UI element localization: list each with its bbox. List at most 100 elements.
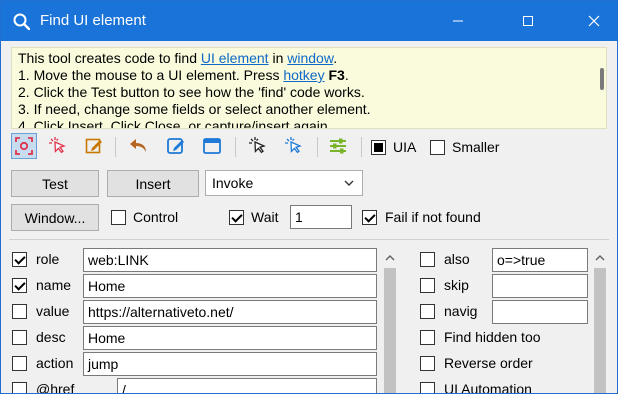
insert-button[interactable]: Insert <box>107 170 199 197</box>
role-checkbox[interactable] <box>12 252 27 267</box>
control-label: Control <box>133 209 179 225</box>
ui-automation-checkbox[interactable] <box>420 382 435 393</box>
ui-element-link[interactable]: UI element <box>201 50 269 66</box>
extras-scrollbar[interactable] <box>591 248 609 393</box>
info-line-1: This tool creates code to find UI elemen… <box>18 50 337 67</box>
href-checkbox[interactable] <box>12 382 27 393</box>
name-checkbox[interactable] <box>12 278 27 293</box>
edit-box-icon <box>85 138 102 154</box>
title-bar[interactable]: Find UI element <box>1 1 617 41</box>
info-panel[interactable]: This tool creates code to find UI elemen… <box>11 47 607 129</box>
app-icon <box>13 13 30 30</box>
minimize-icon <box>453 20 463 22</box>
section-divider <box>9 239 609 240</box>
undo-arrow-icon <box>130 139 146 152</box>
href-label: @href <box>36 381 75 394</box>
hotkey-link[interactable]: hotkey <box>283 67 324 83</box>
capture-button[interactable] <box>11 133 37 159</box>
role-label: role <box>36 251 60 267</box>
toolbar-separator <box>235 137 236 157</box>
action-select[interactable]: Invoke <box>205 170 363 196</box>
toolbar-separator <box>317 137 318 157</box>
test-button[interactable]: Test <box>11 170 99 197</box>
info-text: in <box>268 50 288 66</box>
info-text: . <box>333 50 338 66</box>
toolbar: UIA Smaller <box>9 131 609 163</box>
wait-input[interactable]: 1 <box>290 205 352 229</box>
also-checkbox[interactable] <box>420 252 435 267</box>
find-hidden-label: Find hidden too <box>444 329 541 345</box>
pointer-click-blue-icon <box>285 137 302 154</box>
maximize-icon <box>523 16 533 26</box>
uia-checkbox[interactable] <box>371 140 386 155</box>
role-input[interactable]: web:LINK <box>83 248 377 272</box>
close-button[interactable] <box>571 1 617 41</box>
info-line-5: 4. Click Insert. Click Close, or capture… <box>18 118 332 129</box>
edit-code-button[interactable] <box>163 133 189 159</box>
close-icon <box>588 15 600 27</box>
value-input[interactable]: https://alternativeto.net/ <box>83 300 377 324</box>
navig-label: navig <box>444 303 478 319</box>
skip-label: skip <box>444 277 469 293</box>
extras-scroll-thumb[interactable] <box>594 268 606 393</box>
desc-label: desc <box>36 329 66 345</box>
name-input[interactable]: Home <box>83 274 377 298</box>
info-scrollbar[interactable] <box>600 68 604 90</box>
properties-scroll-thumb[interactable] <box>384 268 396 393</box>
click-element-blue-button[interactable] <box>281 133 307 159</box>
wait-label: Wait <box>251 209 279 225</box>
click-element-button[interactable] <box>245 133 271 159</box>
reverse-order-label: Reverse order <box>444 355 533 371</box>
desc-input[interactable]: Home <box>83 326 377 350</box>
navig-input[interactable] <box>492 300 588 324</box>
name-label: name <box>36 277 72 293</box>
also-label: also <box>444 251 470 267</box>
find-ui-element-window: Find UI element This tool creates code t… <box>0 0 618 394</box>
window-link[interactable]: window <box>287 50 333 66</box>
info-text: This tool creates code to find <box>18 50 201 66</box>
control-checkbox[interactable] <box>111 210 126 225</box>
skip-checkbox[interactable] <box>420 278 435 293</box>
maximize-button[interactable] <box>505 1 551 41</box>
edit-pencil-icon <box>167 138 184 154</box>
info-text: 1. Move the mouse to a UI element. Press <box>18 67 284 83</box>
ui-automation-label: UI Automation <box>444 381 532 394</box>
capture-icon <box>15 137 33 155</box>
pointer-click-red-icon <box>49 137 66 154</box>
wait-checkbox[interactable] <box>229 210 244 225</box>
undo-button[interactable] <box>125 133 151 159</box>
window-icon <box>203 138 221 154</box>
value-checkbox[interactable] <box>12 304 27 319</box>
toolbar-separator <box>361 137 362 157</box>
action-label: action <box>36 355 74 371</box>
window-button[interactable]: Window... <box>11 204 99 231</box>
href-input[interactable]: / <box>117 378 377 393</box>
action-checkbox[interactable] <box>12 356 27 371</box>
scroll-up-icon <box>385 255 395 261</box>
edit-element-button[interactable] <box>81 133 107 159</box>
scroll-up-icon <box>595 255 605 261</box>
desc-checkbox[interactable] <box>12 330 27 345</box>
capture-pointer-button[interactable] <box>45 133 71 159</box>
smaller-label: Smaller <box>452 139 500 155</box>
reverse-order-checkbox[interactable] <box>420 356 435 371</box>
window-view-button[interactable] <box>199 133 225 159</box>
info-line-2: 1. Move the mouse to a UI element. Press… <box>18 67 349 84</box>
skip-input[interactable] <box>492 274 588 298</box>
fail-if-not-found-checkbox[interactable] <box>362 210 377 225</box>
hotkey-key: F3 <box>328 67 345 83</box>
smaller-checkbox[interactable] <box>430 140 445 155</box>
chevron-down-icon <box>344 180 354 186</box>
info-line-3: 2. Click the Test button to see how the … <box>18 84 365 100</box>
value-label: value <box>36 303 70 319</box>
properties-scrollbar[interactable] <box>381 248 399 393</box>
fail-if-not-found-label: Fail if not found <box>385 209 481 225</box>
find-hidden-checkbox[interactable] <box>420 330 435 345</box>
minimize-button[interactable] <box>435 1 481 41</box>
action-input[interactable]: jump <box>83 352 377 376</box>
also-input[interactable]: o=>true <box>492 248 588 272</box>
navig-checkbox[interactable] <box>420 304 435 319</box>
toolbar-separator <box>115 137 116 157</box>
info-text: . <box>344 67 349 83</box>
options-button[interactable] <box>325 133 351 159</box>
